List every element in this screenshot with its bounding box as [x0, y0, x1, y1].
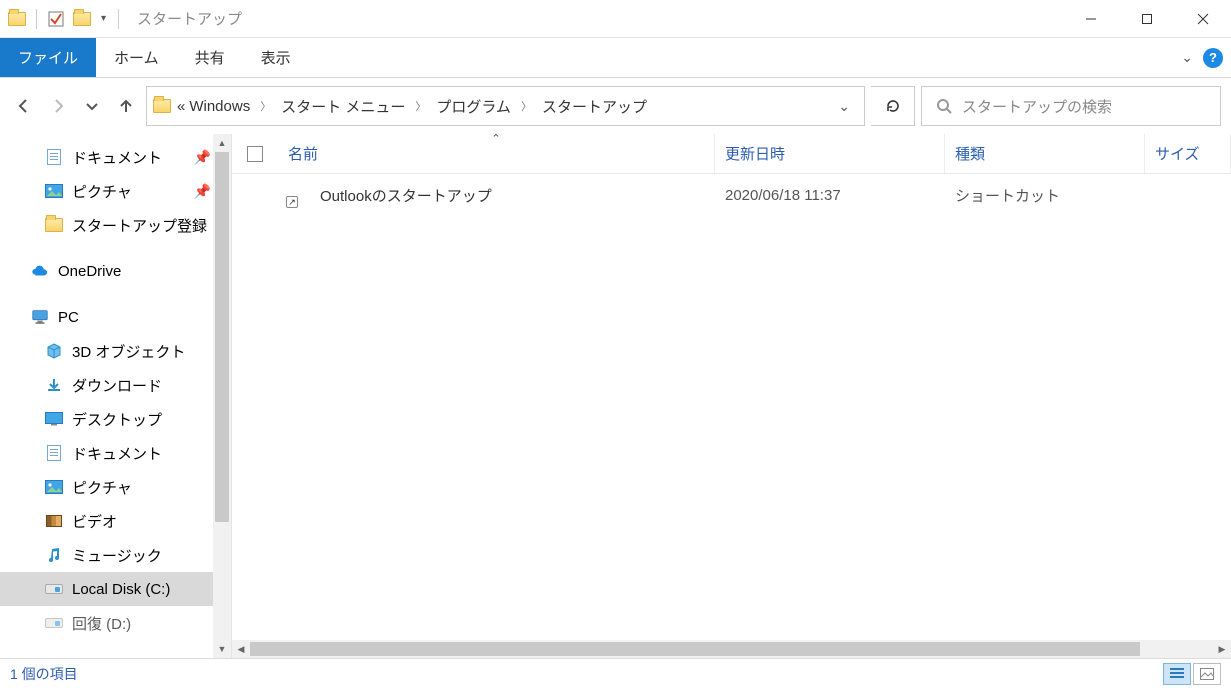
shortcut-icon: ↗	[288, 184, 310, 206]
scroll-left-icon[interactable]: ◀	[232, 644, 250, 655]
scroll-down-icon[interactable]: ▼	[213, 640, 231, 658]
scroll-thumb[interactable]	[250, 642, 1140, 656]
column-headers: ⌃ 名前 更新日時 種類 サイズ	[232, 134, 1231, 174]
document-icon	[44, 445, 64, 461]
nav-recovery-d[interactable]: 回復 (D:)	[0, 606, 231, 640]
status-bar: 1 個の項目	[0, 658, 1231, 688]
column-type[interactable]: 種類	[945, 134, 1145, 173]
qat-folder-icon[interactable]	[71, 8, 93, 30]
recent-locations-button[interactable]	[78, 92, 106, 120]
search-box[interactable]: スタートアップの検索	[921, 86, 1221, 126]
nav-local-disk-c[interactable]: Local Disk (C:)	[0, 572, 231, 606]
app-folder-icon	[6, 8, 28, 30]
help-button[interactable]: ?	[1203, 48, 1223, 68]
desktop-icon	[44, 411, 64, 427]
drive-icon	[44, 581, 64, 597]
search-placeholder: スタートアップの検索	[962, 96, 1112, 117]
titlebar: ▾ スタートアップ	[0, 0, 1231, 38]
breadcrumb-item[interactable]: プログラム	[436, 96, 511, 117]
pin-icon: 📌	[194, 183, 211, 200]
ribbon: ファイル ホーム 共有 表示 ⌄ ?	[0, 38, 1231, 78]
downloads-icon	[44, 377, 64, 393]
breadcrumb-item[interactable]: Windows	[189, 98, 250, 115]
up-button[interactable]	[112, 92, 140, 120]
breadcrumb-prefix[interactable]: «	[177, 98, 185, 115]
ribbon-collapse-icon[interactable]: ⌄	[1181, 49, 1193, 66]
address-dropdown-icon[interactable]: ⌄	[830, 98, 858, 115]
pin-icon: 📌	[194, 149, 211, 166]
nav-documents-pinned[interactable]: ドキュメント 📌	[0, 140, 231, 174]
column-date[interactable]: 更新日時	[715, 134, 945, 173]
breadcrumb-item[interactable]: スタート メニュー	[281, 96, 405, 117]
folder-icon	[44, 217, 64, 233]
videos-icon	[44, 513, 64, 529]
nav-onedrive[interactable]: OneDrive	[0, 254, 231, 288]
nav-documents[interactable]: ドキュメント	[0, 436, 231, 470]
scroll-thumb[interactable]	[215, 152, 229, 522]
tab-file[interactable]: ファイル	[0, 38, 96, 77]
address-folder-icon	[153, 99, 173, 113]
scroll-up-icon[interactable]: ▲	[213, 134, 231, 152]
nav-startup-reg[interactable]: スタートアップ登録	[0, 208, 231, 242]
sort-asc-icon: ⌃	[491, 132, 500, 145]
nav-desktop[interactable]: デスクトップ	[0, 402, 231, 436]
horizontal-scrollbar[interactable]: ◀ ▶	[232, 640, 1231, 658]
3d-objects-icon	[44, 343, 64, 359]
document-icon	[44, 149, 64, 165]
close-button[interactable]	[1175, 0, 1231, 38]
file-pane: ⌃ 名前 更新日時 種類 サイズ ↗ Outlookのスタートアップ 2020/…	[232, 134, 1231, 658]
nav-downloads[interactable]: ダウンロード	[0, 368, 231, 402]
file-type: ショートカット	[945, 185, 1145, 206]
nav-videos[interactable]: ビデオ	[0, 504, 231, 538]
breadcrumb-item[interactable]: スタートアップ	[542, 96, 647, 117]
file-list[interactable]: ↗ Outlookのスタートアップ 2020/06/18 11:37 ショートカ…	[232, 174, 1231, 640]
tab-home[interactable]: ホーム	[96, 38, 177, 77]
back-button[interactable]	[10, 92, 38, 120]
nav-music[interactable]: ミュージック	[0, 538, 231, 572]
nav-pictures[interactable]: ピクチャ	[0, 470, 231, 504]
navigation-row: « Windows〉 スタート メニュー〉 プログラム〉 スタートアップ ⌄ ス…	[0, 78, 1231, 134]
drive-icon	[44, 615, 64, 631]
tab-view[interactable]: 表示	[243, 38, 309, 77]
search-icon	[936, 98, 952, 114]
maximize-button[interactable]	[1119, 0, 1175, 38]
refresh-button[interactable]	[871, 86, 915, 126]
nav-3d-objects[interactable]: 3D オブジェクト	[0, 334, 231, 368]
file-row[interactable]: ↗ Outlookのスタートアップ 2020/06/18 11:37 ショートカ…	[232, 174, 1231, 216]
qat-customize-caret[interactable]: ▾	[97, 13, 110, 24]
onedrive-icon	[30, 263, 50, 279]
forward-button[interactable]	[44, 92, 72, 120]
chevron-right-icon[interactable]: 〉	[409, 98, 432, 114]
view-details-button[interactable]	[1163, 663, 1191, 685]
minimize-button[interactable]	[1063, 0, 1119, 38]
tab-share[interactable]: 共有	[177, 38, 243, 77]
nav-pc[interactable]: PC	[0, 300, 231, 334]
music-icon	[44, 547, 64, 563]
scroll-right-icon[interactable]: ▶	[1213, 644, 1231, 655]
view-large-icons-button[interactable]	[1193, 663, 1221, 685]
qat-properties-icon[interactable]	[45, 8, 67, 30]
nav-scrollbar[interactable]: ▲ ▼	[213, 134, 231, 658]
column-name[interactable]: ⌃ 名前	[278, 134, 715, 173]
file-name: Outlookのスタートアップ	[320, 185, 492, 206]
column-size[interactable]: サイズ	[1145, 134, 1231, 173]
navigation-pane: ドキュメント 📌 ピクチャ 📌 スタートアップ登録 OneDrive PC 3D…	[0, 134, 232, 658]
nav-pictures-pinned[interactable]: ピクチャ 📌	[0, 174, 231, 208]
chevron-right-icon[interactable]: 〉	[515, 98, 538, 114]
status-text: 1 個の項目	[10, 664, 78, 684]
column-checkbox[interactable]	[232, 134, 278, 173]
pictures-icon	[44, 479, 64, 495]
address-bar[interactable]: « Windows〉 スタート メニュー〉 プログラム〉 スタートアップ ⌄	[146, 86, 865, 126]
file-date: 2020/06/18 11:37	[715, 187, 945, 204]
chevron-right-icon[interactable]: 〉	[254, 98, 277, 114]
pc-icon	[30, 309, 50, 325]
pictures-icon	[44, 183, 64, 199]
window-title: スタートアップ	[127, 8, 242, 29]
